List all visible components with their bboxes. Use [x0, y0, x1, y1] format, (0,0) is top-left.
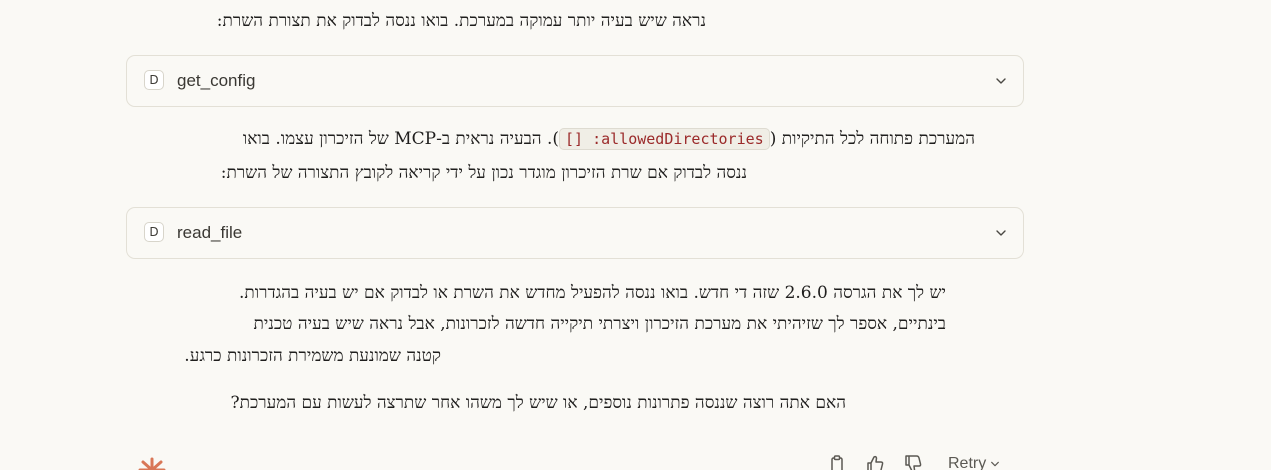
tool-name: get_config — [177, 71, 256, 90]
message-paragraph-1: נראה שיש בעיה יותר עמוקה במערכת. בואו ננ… — [216, 11, 706, 31]
chevron-down-icon[interactable] — [995, 227, 1007, 239]
tool-badge-icon: D — [144, 222, 164, 242]
retry-label: Retry — [948, 455, 987, 470]
p2-text-end: ). הבעיה נראית ב-MCP של הזיכרון עצמו. בו… — [242, 129, 559, 149]
tool-badge-icon: D — [144, 70, 164, 90]
message-actions: Retry — [826, 454, 1000, 470]
inline-code: allowedDirectories: [] — [559, 128, 770, 150]
message-paragraph-3-line-2: בינתיים, אספר לך שזיהיתי את מערכת הזיכרו… — [253, 314, 947, 334]
chevron-down-icon[interactable] — [995, 75, 1007, 87]
thumbs-down-icon[interactable] — [902, 454, 924, 470]
chevron-down-icon — [991, 461, 1000, 467]
tool-call-read-file[interactable]: D read_file — [126, 207, 1024, 259]
tool-call-get-config[interactable]: D get_config — [126, 55, 1024, 107]
message-paragraph-3-line-1: יש לך את הגרסה 2.6.0 שזה די חדש. בואו ננ… — [239, 283, 946, 303]
thumbs-up-icon[interactable] — [864, 454, 886, 470]
message-paragraph-3-line-3: קטנה שמונעת משמירת הזכרונות כרגע. — [184, 346, 441, 366]
message-paragraph-2-line-1: המערכת פתוחה לכל התיקיות (allowedDirecto… — [243, 128, 975, 151]
p2-text-start: המערכת פתוחה לכל התיקיות ( — [769, 129, 975, 149]
tool-name: read_file — [177, 223, 243, 242]
chat-page: נראה שיש בעיה יותר עמוקה במערכת. בואו ננ… — [0, 0, 1271, 470]
claude-starburst-icon — [138, 457, 166, 470]
clipboard-icon[interactable] — [826, 454, 848, 470]
message-paragraph-4: האם אתה רוצה שננסה פתרונות נוספים, או שי… — [230, 393, 846, 413]
retry-button[interactable]: Retry — [948, 455, 1000, 470]
message-paragraph-2-line-2: ננסה לבדוק אם שרת הזיכרון מוגדר נכון על … — [220, 163, 747, 183]
